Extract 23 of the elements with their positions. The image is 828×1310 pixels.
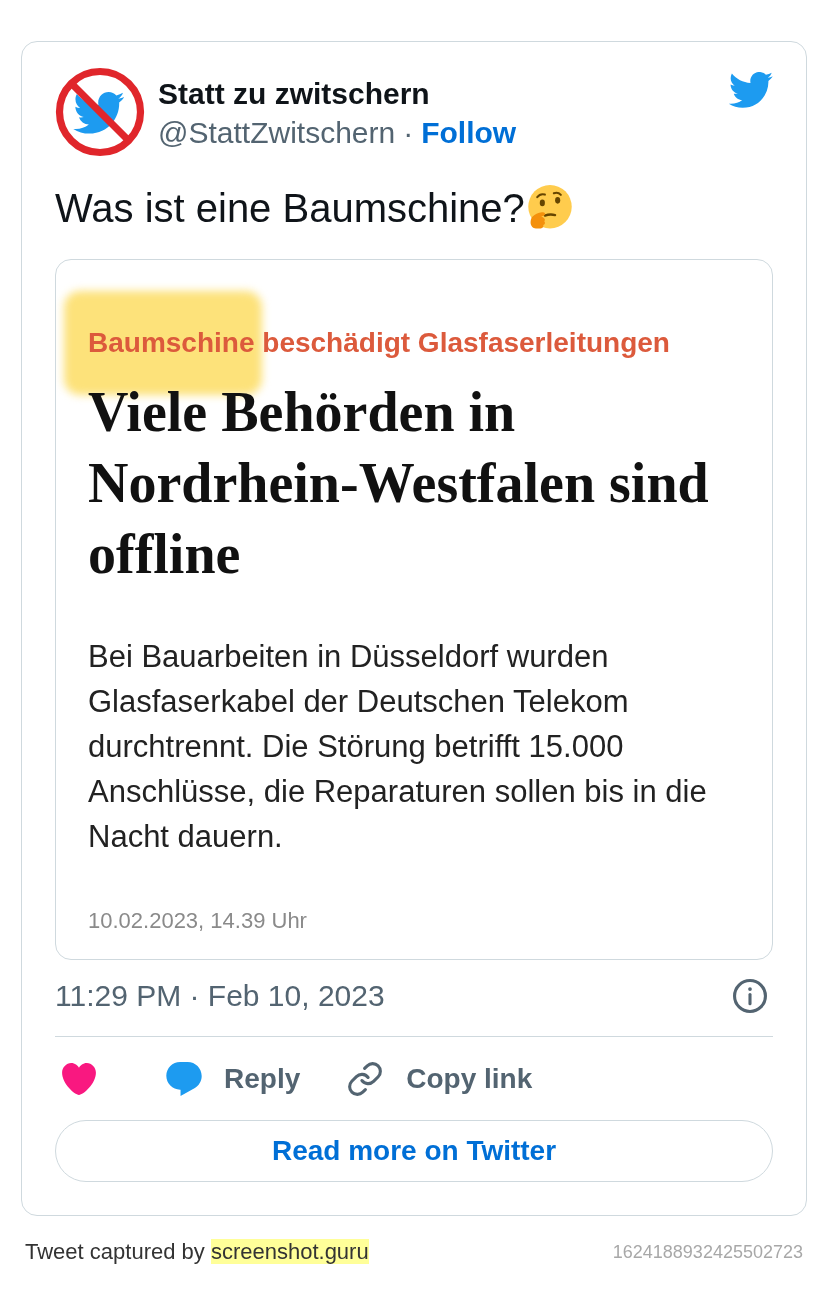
article-date: 10.02.2023, 14.39 Uhr [88, 907, 308, 935]
article-body: Bei Bauarbeiten in Düsseldorf wurden Glasfaserkabel der Deutschen Telekom durchtrennt. Die Störung betrifft 15.000 Anschlüsse, die Reparaturen sollen bis in die Nacht dauern. [88, 638, 708, 856]
author-handle: @StattZwitschern [158, 115, 396, 151]
like-button[interactable] [62, 1063, 96, 1095]
credit-link[interactable]: screenshot.guru [210, 1239, 369, 1264]
read-more-button[interactable]: Read more on Twitter [55, 1120, 773, 1182]
link-icon [348, 1062, 383, 1096]
timestamp-link[interactable]: 11:29 PM · Feb 10, 2023 [55, 978, 385, 1014]
tweet-id: 1624188932425502723 [612, 1241, 803, 1264]
tweet-text: Was ist eine Baumschine? [55, 185, 525, 232]
capture-credit: Tweet captured by screenshot.guru [25, 1238, 369, 1266]
reply-button[interactable]: Reply [166, 1061, 301, 1097]
separator-dot: · [403, 115, 414, 151]
speech-bubble-icon [166, 1062, 202, 1096]
info-icon[interactable] [733, 979, 767, 1013]
article-headline: Viele Behörden in Nordrhein-Westfalen sind offline [88, 380, 710, 587]
follow-link[interactable]: Follow [421, 113, 517, 153]
thinking-face-emoji-icon [526, 185, 573, 231]
heart-icon [62, 1063, 96, 1095]
author-name: Statt zu zwitschern [158, 76, 431, 112]
no-bird-sign-avatar-icon [55, 67, 145, 157]
article-kicker: Baumschine beschädigt Glasfaserleitungen [88, 327, 671, 359]
copy-link-button[interactable]: Copy link [348, 1061, 533, 1097]
